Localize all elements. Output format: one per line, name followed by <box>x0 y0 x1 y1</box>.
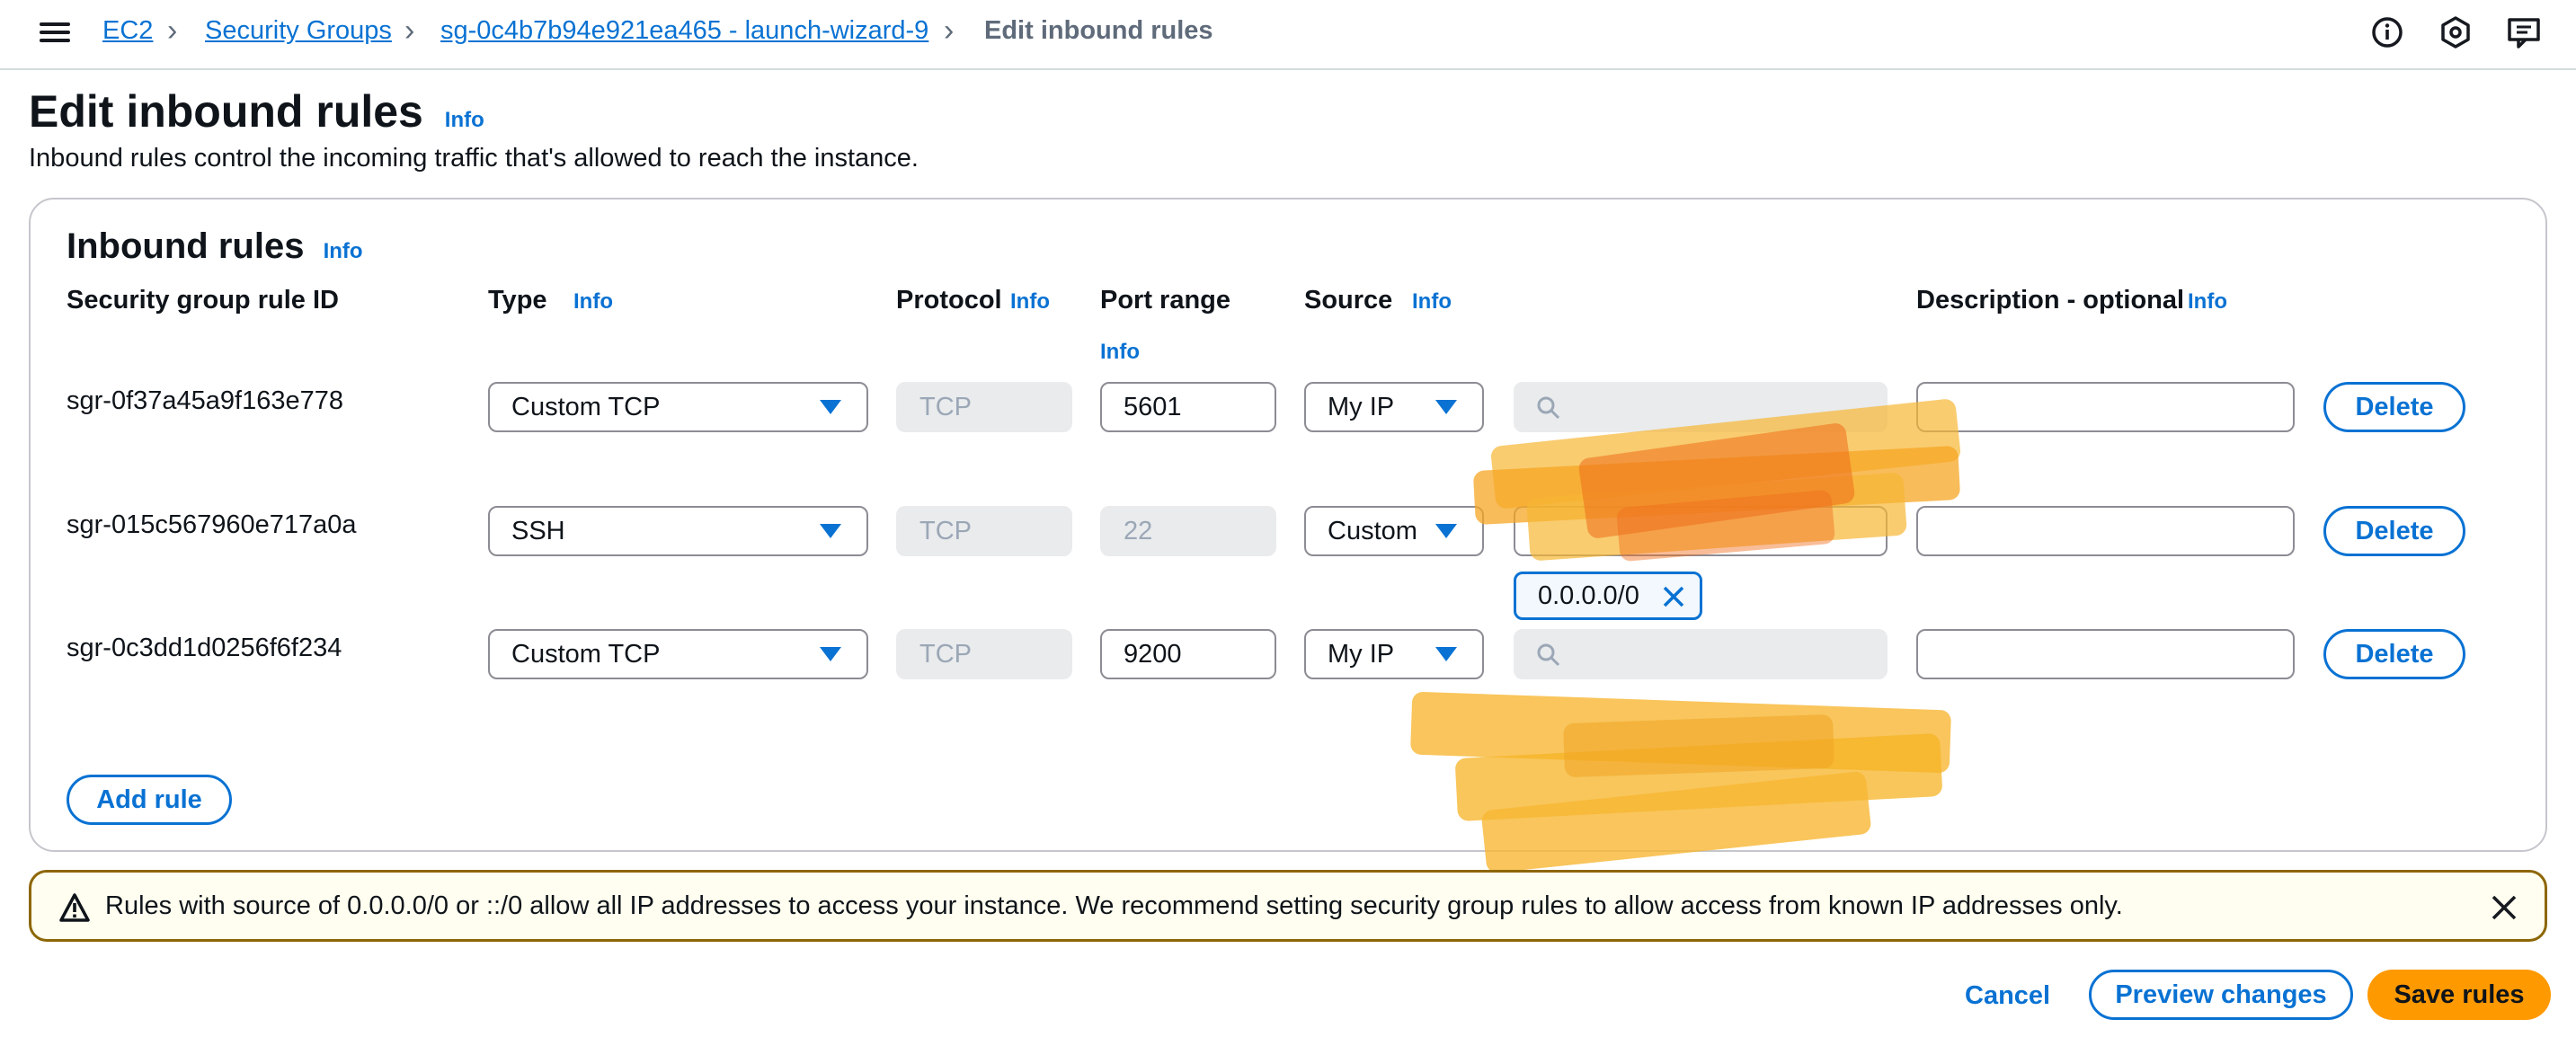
port-range-input[interactable]: 5601 <box>1100 382 1276 432</box>
port-range-info-link[interactable]: Info <box>1100 340 1140 365</box>
preview-changes-button[interactable]: Preview changes <box>2089 970 2353 1020</box>
column-header-type: Type <box>488 286 547 315</box>
description-input[interactable] <box>1916 629 2295 679</box>
add-rule-button[interactable]: Add rule <box>67 775 232 825</box>
type-select-value: SSH <box>511 517 565 545</box>
close-icon[interactable] <box>1662 585 1685 608</box>
type-select-value: Custom TCP <box>511 640 661 669</box>
breadcrumb-current: Edit inbound rules <box>984 16 1213 45</box>
page-info-link[interactable]: Info <box>445 108 484 132</box>
cidr-token-label: 0.0.0.0/0 <box>1538 581 1639 610</box>
protocol-field: TCP <box>896 506 1072 556</box>
caret-down-icon <box>820 400 841 414</box>
description-info-link[interactable]: Info <box>2188 289 2227 315</box>
source-select-value: Custom <box>1328 517 1417 545</box>
save-rules-button[interactable]: Save rules <box>2367 970 2551 1020</box>
chevron-right-icon: › <box>167 13 178 48</box>
description-input[interactable] <box>1916 382 2295 432</box>
caret-down-icon <box>820 647 841 661</box>
close-icon[interactable] <box>2491 894 2518 921</box>
protocol-info-link[interactable]: Info <box>1010 289 1050 315</box>
inbound-rules-info-link[interactable]: Info <box>324 239 363 263</box>
rule-id: sgr-0f37a45a9f163e778 <box>67 386 343 415</box>
column-header-description: Description - optional <box>1916 286 2185 315</box>
port-range-input[interactable]: 9200 <box>1100 629 1276 679</box>
column-header-rule-id: Security group rule ID <box>67 286 339 315</box>
rule-id: sgr-015c567960e717a0a <box>67 510 357 539</box>
breadcrumb-ec2[interactable]: EC2 <box>102 14 153 47</box>
protocol-field: TCP <box>896 629 1072 679</box>
cidr-search-input <box>1514 629 1888 679</box>
column-header-port-range: Port range <box>1100 286 1231 315</box>
search-icon <box>1537 643 1560 667</box>
search-icon <box>1537 396 1560 420</box>
type-info-link[interactable]: Info <box>573 289 613 315</box>
breadcrumb-security-group[interactable]: sg-0c4b7b94e921ea465 - launch-wizard-9 <box>440 14 928 47</box>
inbound-rules-title: Inbound rules <box>67 226 305 266</box>
protocol-field: TCP <box>896 382 1072 432</box>
warning-triangle-icon <box>59 893 90 922</box>
chevron-right-icon: › <box>944 13 955 48</box>
warning-alert: Rules with source of 0.0.0.0/0 or ::/0 a… <box>29 870 2547 942</box>
cidr-token: 0.0.0.0/0 <box>1514 572 1702 620</box>
hamburger-menu-icon[interactable] <box>40 18 70 49</box>
top-navigation-bar: EC2 › Security Groups › sg-0c4b7b94e921e… <box>0 0 2576 70</box>
caret-down-icon <box>1435 647 1457 661</box>
breadcrumb-security-groups[interactable]: Security Groups <box>205 14 392 47</box>
page-description: Inbound rules control the incoming traff… <box>29 144 919 173</box>
port-range-field: 22 <box>1100 506 1276 556</box>
type-select[interactable]: Custom TCP <box>488 629 868 679</box>
column-header-source: Source <box>1304 286 1393 315</box>
source-select[interactable]: My IP <box>1304 382 1484 432</box>
source-info-link[interactable]: Info <box>1412 289 1452 315</box>
caret-down-icon <box>820 524 841 538</box>
inbound-rules-heading: Inbound rules Info <box>67 223 363 275</box>
source-select[interactable]: My IP <box>1304 629 1484 679</box>
settings-icon[interactable] <box>2438 14 2474 50</box>
type-select-value: Custom TCP <box>511 393 661 421</box>
source-select-value: My IP <box>1328 393 1395 421</box>
info-circle-icon[interactable] <box>2369 14 2405 50</box>
delete-rule-button[interactable]: Delete <box>2323 506 2465 556</box>
rule-id: sgr-0c3dd1d0256f6f234 <box>67 634 342 662</box>
delete-rule-button[interactable]: Delete <box>2323 629 2465 679</box>
type-select[interactable]: SSH <box>488 506 868 556</box>
source-select-value: My IP <box>1328 640 1395 669</box>
caret-down-icon <box>1435 524 1457 538</box>
feedback-icon[interactable] <box>2506 14 2542 50</box>
source-select[interactable]: Custom <box>1304 506 1484 556</box>
column-header-protocol: Protocol <box>896 286 1002 315</box>
page-title: Edit inbound rules Info <box>29 83 484 149</box>
chevron-right-icon: › <box>404 13 415 48</box>
warning-text: Rules with source of 0.0.0.0/0 or ::/0 a… <box>105 891 2123 920</box>
cancel-button[interactable]: Cancel <box>1965 979 2050 1012</box>
description-input[interactable] <box>1916 506 2295 556</box>
type-select[interactable]: Custom TCP <box>488 382 868 432</box>
caret-down-icon <box>1435 400 1457 414</box>
delete-rule-button[interactable]: Delete <box>2323 382 2465 432</box>
page-title-text: Edit inbound rules <box>29 86 423 137</box>
